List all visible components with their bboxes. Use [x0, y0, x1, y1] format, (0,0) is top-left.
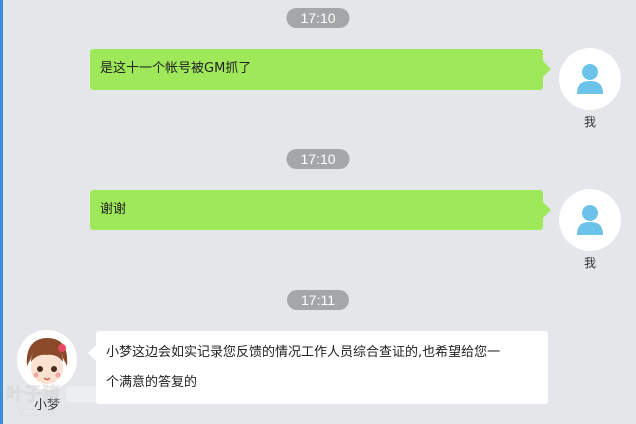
sender-name: 我	[583, 256, 596, 270]
message-text-line: 小梦这边会如实记录您反馈的情况工作人员综合查证的,也希望给您一	[106, 345, 501, 360]
sender-name: 我	[583, 115, 596, 129]
message-text-line: 个满意的答复的	[106, 375, 198, 390]
message-text: 谢谢	[100, 202, 127, 217]
window-left-edge	[0, 0, 3, 424]
user-avatar[interactable]	[559, 189, 621, 251]
timestamp-badge: 17:11	[287, 290, 349, 310]
user-avatar[interactable]	[559, 48, 621, 110]
user-silhouette-icon	[577, 205, 603, 235]
svg-text:YZZ.CN: YZZ.CN	[17, 408, 55, 419]
timestamp-badge: 17:10	[286, 149, 350, 169]
watermark-logo: 叶子猪 YZZ.CN	[6, 383, 106, 419]
user-silhouette-icon	[577, 64, 603, 94]
sent-message-bubble[interactable]: 是这十一个帐号被GM抓了	[90, 49, 551, 90]
received-message-bubble[interactable]: 小梦这边会如实记录您反馈的情况工作人员综合查证的,也希望给您一 个满意的答复的	[88, 331, 548, 404]
timestamp-badge: 17:10	[286, 8, 350, 28]
sent-message-bubble[interactable]: 谢谢	[90, 190, 551, 230]
svg-text:叶子猪: 叶子猪	[6, 383, 60, 405]
message-text: 是这十一个帐号被GM抓了	[100, 61, 252, 76]
